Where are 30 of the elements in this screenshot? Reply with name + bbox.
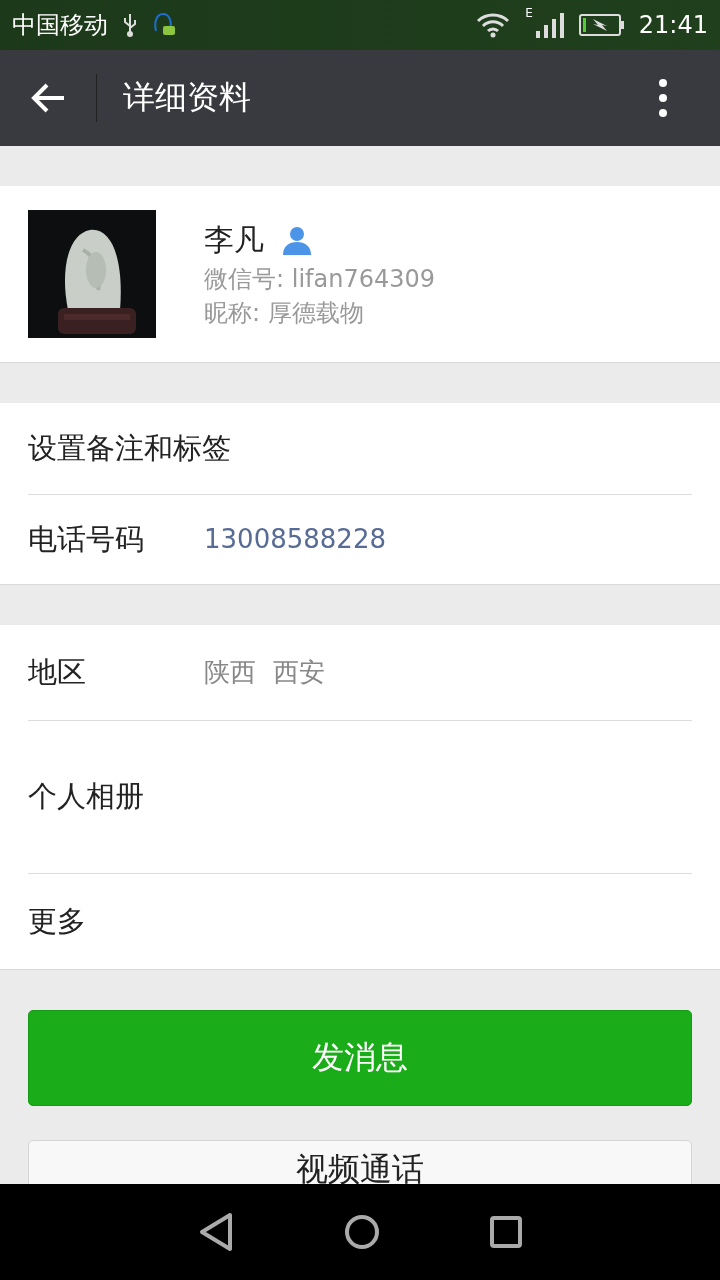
recents-nav-icon[interactable]: [490, 1216, 522, 1248]
battery-charging-icon: [578, 13, 625, 37]
wifi-icon: [475, 12, 512, 38]
contact-name: 李凡: [204, 220, 264, 259]
nickname: 昵称: 厚德载物: [204, 297, 365, 329]
signal-icon: [534, 11, 565, 39]
back-arrow-icon: [30, 82, 66, 114]
list-item[interactable]: 更多: [28, 873, 692, 969]
item-label: 更多: [28, 902, 87, 940]
item-label: 设置备注和标签: [28, 429, 231, 467]
item-label: 电话号码: [28, 520, 145, 558]
back-nav-icon[interactable]: [198, 1212, 234, 1252]
list-item[interactable]: 个人相册: [28, 720, 692, 873]
network-type: E: [525, 6, 533, 20]
usb-icon: [122, 12, 138, 38]
more-menu-icon[interactable]: [658, 78, 668, 118]
phone-number[interactable]: 13008588228: [204, 521, 386, 558]
wechat-id: 微信号: lifan764309: [204, 263, 436, 295]
person-icon: [282, 225, 312, 255]
list-item[interactable]: 地区 陕西 西安: [28, 625, 692, 720]
page-title: 详细资料: [123, 77, 252, 118]
home-nav-icon[interactable]: [344, 1214, 380, 1250]
list-item[interactable]: 设置备注和标签: [28, 403, 692, 494]
clock-time: 21:41: [638, 11, 708, 39]
item-label: 个人相册: [28, 778, 145, 816]
carrier-name: 中国移动: [12, 10, 108, 41]
item-label: 地区: [28, 653, 87, 691]
video-call-button[interactable]: 视频通话: [28, 1140, 692, 1184]
item-value: 陕西 西安: [204, 655, 325, 689]
list-item[interactable]: 电话号码 13008588228: [28, 494, 692, 584]
